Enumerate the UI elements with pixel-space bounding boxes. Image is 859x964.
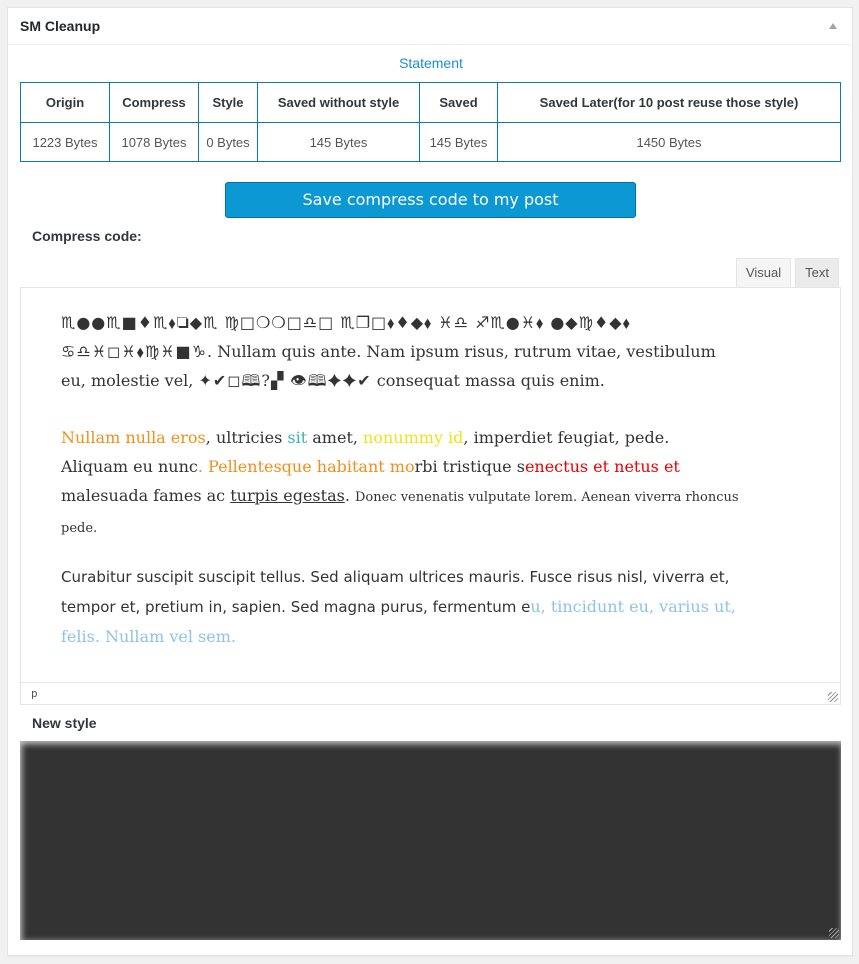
text-span: rbi tristique s bbox=[414, 457, 525, 476]
style-resize-handle[interactable] bbox=[829, 928, 839, 938]
element-path[interactable]: p bbox=[31, 687, 38, 700]
text-span: , ultricies bbox=[205, 428, 288, 447]
compress-code-label: Compress code: bbox=[32, 228, 142, 244]
sm-cleanup-postbox: SM Cleanup Statement Origin Compress Sty… bbox=[7, 7, 853, 956]
editor-content[interactable]: ♏︎●●♏︎■♦♏︎⬧︎❏◆♏︎ ♍︎□❍❍□♎︎□ ♏︎❐□⬧︎♦◆⬧︎ ♓︎… bbox=[61, 308, 741, 672]
paragraph-text-2: consequat massa quis enim. bbox=[371, 371, 605, 390]
orange-text-2: . Pellentesque habitant mo bbox=[197, 457, 415, 476]
text-span: malesuada fames ac bbox=[61, 486, 231, 505]
editor-resize-handle[interactable] bbox=[828, 692, 838, 702]
cell-saved: 145 Bytes bbox=[419, 122, 498, 162]
table-row: 1223 Bytes 1078 Bytes 0 Bytes 145 Bytes … bbox=[20, 122, 841, 162]
header-saved-later: Saved Later(for 10 post reuse those styl… bbox=[497, 82, 841, 123]
header-saved: Saved bbox=[419, 82, 498, 123]
header-style: Style bbox=[198, 82, 258, 123]
header-origin: Origin bbox=[20, 82, 110, 123]
statement-title: Statement bbox=[399, 55, 463, 71]
tab-text[interactable]: Text bbox=[795, 258, 839, 287]
tab-visual[interactable]: Visual bbox=[735, 258, 792, 287]
collapse-toggle-icon[interactable] bbox=[828, 20, 840, 32]
teal-text: sit bbox=[287, 428, 308, 447]
header-saved-without-style: Saved without style bbox=[257, 82, 420, 123]
cell-compress: 1078 Bytes bbox=[109, 122, 199, 162]
cell-saved-later: 1450 Bytes bbox=[497, 122, 841, 162]
postbox-title: SM Cleanup bbox=[20, 18, 101, 34]
text-span: . bbox=[344, 486, 355, 505]
editor-statusbar: p bbox=[21, 682, 840, 704]
cell-origin: 1223 Bytes bbox=[20, 122, 110, 162]
paragraph-2: Nullam nulla eros, ultricies sit amet, n… bbox=[61, 423, 741, 543]
table-header-row: Origin Compress Style Saved without styl… bbox=[20, 82, 841, 123]
cell-saved-without-style: 145 Bytes bbox=[257, 122, 420, 162]
underlined-text: turpis egestas bbox=[230, 486, 345, 505]
save-compress-code-button[interactable]: Save compress code to my post bbox=[225, 182, 636, 218]
new-style-textarea[interactable] bbox=[20, 741, 841, 940]
text-span: amet, bbox=[307, 428, 364, 447]
cell-style: 0 Bytes bbox=[198, 122, 258, 162]
orange-text: Nullam nulla eros bbox=[61, 428, 206, 447]
paragraph-3: Curabitur suscipit suscipit tellus. Sed … bbox=[61, 563, 741, 652]
header-compress: Compress bbox=[109, 82, 199, 123]
yellow-text: nonummy id bbox=[363, 428, 464, 447]
editor-tabs: Visual Text bbox=[735, 258, 839, 287]
statement-table: Origin Compress Style Saved without styl… bbox=[20, 82, 841, 162]
compress-code-editor[interactable]: ♏︎●●♏︎■♦♏︎⬧︎❏◆♏︎ ♍︎□❍❍□♎︎□ ♏︎❐□⬧︎♦◆⬧︎ ♓︎… bbox=[20, 287, 841, 705]
new-style-label: New style bbox=[32, 715, 97, 731]
postbox-header[interactable]: SM Cleanup bbox=[8, 8, 852, 45]
paragraph-1: ♏︎●●♏︎■♦♏︎⬧︎❏◆♏︎ ♍︎□❍❍□♎︎□ ♏︎❐□⬧︎♦◆⬧︎ ♓︎… bbox=[61, 308, 741, 395]
red-text: enectus et netus et bbox=[524, 457, 680, 476]
wingding-text-2: ✦✔︎◻︎🕮?▞ 👁🕮✦✦✔︎ bbox=[198, 371, 372, 390]
